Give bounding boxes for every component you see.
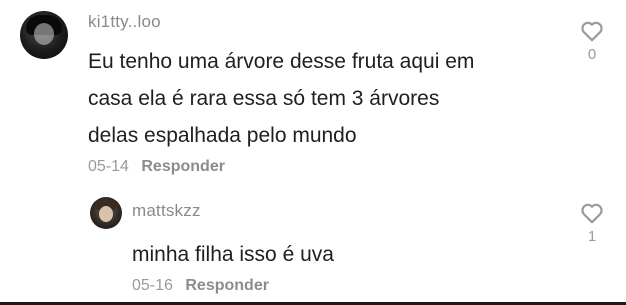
- comment-date: 05-16: [132, 277, 173, 294]
- avatar-face-shape: [34, 23, 54, 45]
- comments-screen: ki1tty..loo Eu tenho uma árvore desse fr…: [0, 0, 626, 305]
- avatar[interactable]: [90, 197, 122, 229]
- comment-meta: 05-16 Responder: [132, 277, 269, 295]
- like-button[interactable]: 0: [579, 20, 605, 63]
- avatar-face-shape: [99, 206, 113, 222]
- reply-button[interactable]: Responder: [185, 277, 269, 294]
- heart-outline-icon: [581, 203, 603, 224]
- reply-button[interactable]: Responder: [141, 158, 225, 175]
- comment-text-line: delas espalhada pelo mundo: [88, 124, 357, 147]
- comment-text-line: casa ela é rara essa só tem 3 árvores: [88, 87, 440, 110]
- comment-text-line: minha filha isso é uva: [132, 243, 334, 266]
- comment-username[interactable]: ki1tty..loo: [88, 12, 161, 32]
- comment-username[interactable]: mattskzz: [132, 201, 201, 221]
- comment-text: minha filha isso é uva: [132, 236, 334, 273]
- comment-meta: 05-14 Responder: [88, 158, 225, 176]
- like-count: 1: [587, 228, 597, 245]
- like-button[interactable]: 1: [579, 202, 605, 245]
- like-count: 0: [587, 46, 597, 63]
- heart-outline-icon: [581, 21, 603, 42]
- comment-date: 05-14: [88, 158, 129, 175]
- comment-text: Eu tenho uma árvore desse fruta aqui em …: [88, 43, 474, 154]
- avatar[interactable]: [20, 11, 68, 59]
- comment-text-line: Eu tenho uma árvore desse fruta aqui em: [88, 50, 475, 73]
